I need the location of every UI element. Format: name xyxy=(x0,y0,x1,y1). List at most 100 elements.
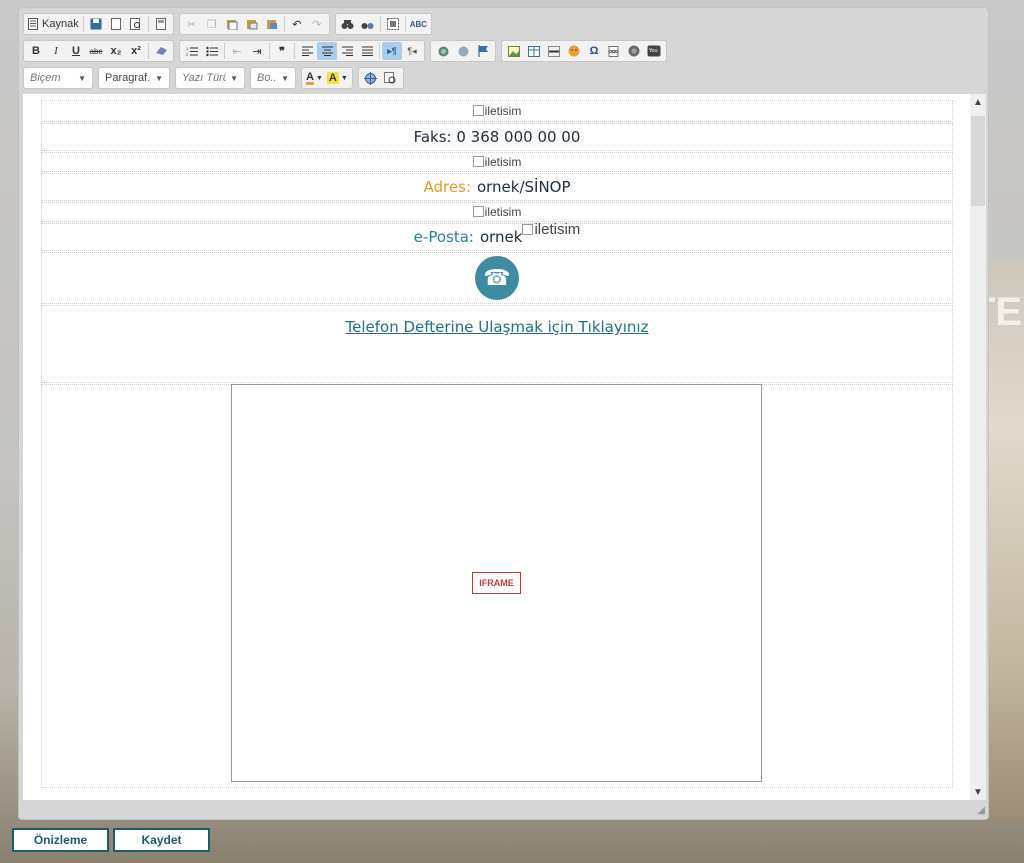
select-all-icon[interactable] xyxy=(383,15,403,33)
style-combo-label: Biçem xyxy=(30,72,61,84)
unlink-icon[interactable] xyxy=(453,42,473,60)
rtl-icon[interactable]: ¶◂ xyxy=(402,42,422,60)
bulleted-list-icon[interactable] xyxy=(202,42,222,60)
separator xyxy=(379,43,380,59)
italic-button[interactable]: I xyxy=(46,42,66,60)
email-label: e-Posta: xyxy=(413,228,474,246)
superscript-button[interactable]: x² xyxy=(126,42,146,60)
undo-icon[interactable]: ↶ xyxy=(287,15,307,33)
maximize-icon[interactable] xyxy=(361,69,381,87)
source-button[interactable]: Kaynak xyxy=(26,15,81,33)
fax-text: Faks: 0 368 000 00 00 xyxy=(413,128,581,146)
cut-icon[interactable]: ✂ xyxy=(182,15,202,33)
image-icon[interactable] xyxy=(504,42,524,60)
iframe-placeholder[interactable]: IFRAME xyxy=(231,384,762,782)
style-combo[interactable]: Biçem ▼ xyxy=(23,67,93,89)
separator xyxy=(147,16,149,32)
editor-content[interactable]: iletisim Faks: 0 368 000 00 00 iletisim … xyxy=(23,94,986,800)
numbered-list-icon[interactable]: 12 xyxy=(182,42,202,60)
show-blocks-icon[interactable] xyxy=(381,69,401,87)
content-image-row: iletisim xyxy=(41,202,953,222)
special-char-icon[interactable]: Ω xyxy=(584,42,604,60)
smiley-icon[interactable] xyxy=(564,42,584,60)
strike-button[interactable]: abc xyxy=(86,42,106,60)
paste-icon[interactable] xyxy=(222,15,242,33)
resize-grip-icon[interactable]: ◢ xyxy=(977,805,985,816)
size-combo[interactable]: Bo... ▼ xyxy=(250,67,296,89)
vertical-scrollbar[interactable]: ▲ ▼ xyxy=(970,94,986,800)
spellcheck-icon[interactable]: ABC xyxy=(408,15,429,33)
link-icon[interactable] xyxy=(433,42,453,60)
phonebook-link[interactable]: Telefon Defterine Ulaşmak için Tıklayını… xyxy=(346,318,649,336)
preview-icon[interactable] xyxy=(126,15,146,33)
justify-icon[interactable] xyxy=(357,42,377,60)
colors-group: A ▼ A ▼ xyxy=(301,67,353,89)
broken-image: iletisim xyxy=(473,104,522,118)
text-color-button[interactable]: A ▼ xyxy=(304,69,325,87)
chevron-down-icon: ▼ xyxy=(315,74,323,82)
scroll-thumb[interactable] xyxy=(971,116,985,206)
svg-text:2: 2 xyxy=(186,52,189,57)
toolbar-row-3: Biçem ▼ Paragraf... ▼ Yazı Türü ▼ Bo... … xyxy=(23,66,409,90)
separator xyxy=(379,16,381,32)
table-icon[interactable] xyxy=(524,42,544,60)
background-building xyxy=(984,260,1024,820)
tools-group xyxy=(357,67,404,89)
save-icon[interactable] xyxy=(86,15,106,33)
broken-image: iletisim xyxy=(522,221,580,238)
horizontal-rule-icon[interactable] xyxy=(544,42,564,60)
iframe-icon[interactable] xyxy=(624,42,644,60)
align-center-icon[interactable] xyxy=(317,42,337,60)
paste-text-icon[interactable] xyxy=(242,15,262,33)
source-label: Kaynak xyxy=(42,18,79,30)
format-combo[interactable]: Paragraf... ▼ xyxy=(98,67,170,89)
separator xyxy=(269,43,270,59)
font-combo-label: Yazı Türü xyxy=(182,72,227,84)
bg-color-button[interactable]: A ▼ xyxy=(325,69,350,87)
subscript-button[interactable]: x₂ xyxy=(106,42,126,60)
page-break-icon[interactable] xyxy=(604,42,624,60)
scroll-up-icon[interactable]: ▲ xyxy=(970,94,986,110)
find-icon[interactable] xyxy=(338,15,358,33)
templates-icon[interactable] xyxy=(151,15,171,33)
replace-icon[interactable] xyxy=(358,15,378,33)
document-group: Kaynak xyxy=(23,13,174,35)
blockquote-icon[interactable]: ❞ xyxy=(272,42,292,60)
bg-color-label: A xyxy=(326,72,339,84)
align-right-icon[interactable] xyxy=(337,42,357,60)
chevron-down-icon: ▼ xyxy=(155,73,163,83)
ltr-icon[interactable]: ▸¶ xyxy=(382,42,402,60)
copy-icon[interactable]: ❐ xyxy=(202,15,222,33)
paste-word-icon[interactable] xyxy=(262,15,282,33)
preview-button[interactable]: Önizleme xyxy=(12,828,109,852)
basic-styles-group: B I U abc x₂ x² xyxy=(23,40,174,62)
eraser-icon[interactable] xyxy=(151,42,171,60)
phone-icon-row: ☎ xyxy=(41,252,953,304)
new-page-icon[interactable] xyxy=(106,15,126,33)
svg-text:You: You xyxy=(648,48,658,54)
content-image-row: iletisim xyxy=(41,100,953,122)
align-left-icon[interactable] xyxy=(297,42,317,60)
address-row: Adres: ornek/SİNOP xyxy=(41,173,953,201)
clipboard-group: ✂ ❐ ↶ ↷ xyxy=(178,13,330,35)
fax-row: Faks: 0 368 000 00 00 xyxy=(41,123,953,151)
anchor-flag-icon[interactable] xyxy=(473,42,493,60)
indent-icon[interactable]: ⇥ xyxy=(247,42,267,60)
save-button[interactable]: Kaydet xyxy=(113,828,210,852)
font-combo[interactable]: Yazı Türü ▼ xyxy=(175,67,245,89)
chevron-down-icon: ▼ xyxy=(281,73,289,83)
toolbar-row-2: B I U abc x₂ x² 12 ⇤ ⇥ ❞ ▸¶ ¶◂ Ω You xyxy=(23,39,672,63)
bold-button[interactable]: B xyxy=(26,42,46,60)
size-combo-label: Bo... xyxy=(257,72,277,84)
scroll-down-icon[interactable]: ▼ xyxy=(970,784,986,800)
underline-button[interactable]: U xyxy=(66,42,86,60)
iframe-badge: IFRAME xyxy=(472,572,521,594)
address-value: ornek/SİNOP xyxy=(476,178,571,196)
outdent-icon[interactable]: ⇤ xyxy=(227,42,247,60)
redo-icon[interactable]: ↷ xyxy=(307,15,327,33)
insert-group: Ω You xyxy=(501,40,667,62)
phonebook-row: Telefon Defterine Ulaşmak için Tıklayını… xyxy=(41,305,953,383)
editing-group: ABC xyxy=(334,13,433,35)
youtube-icon[interactable]: You xyxy=(644,42,664,60)
rich-text-editor: Kaynak ✂ ❐ ↶ ↷ ABC B I U abc x₂ x² 1 2 ⇤… xyxy=(18,7,989,820)
